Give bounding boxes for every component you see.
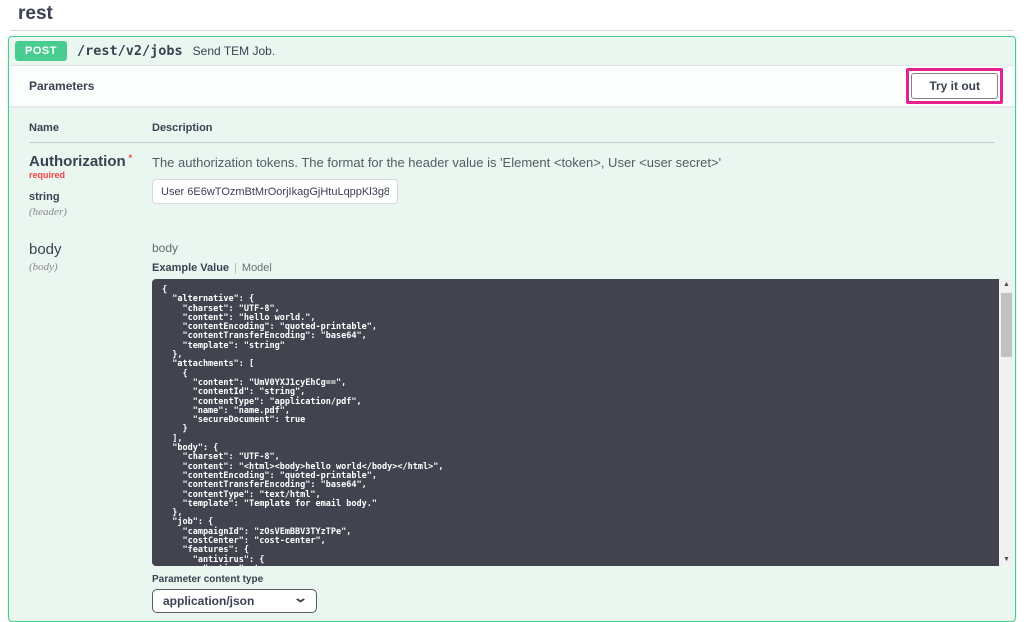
scroll-up-icon[interactable]: ▲ bbox=[999, 280, 1014, 290]
param-row-body: body (body) body Example Value|Model { "… bbox=[29, 231, 995, 613]
authorization-param-type: string bbox=[29, 191, 152, 203]
column-header-name: Name bbox=[29, 122, 152, 134]
tab-model[interactable]: Model bbox=[242, 262, 272, 274]
parameter-content-type-label: Parameter content type bbox=[152, 574, 995, 585]
endpoint-path: /rest/v2/jobs bbox=[77, 43, 183, 59]
code-scrollbar[interactable]: ▲ ▼ bbox=[999, 279, 1014, 566]
authorization-label: Authorization bbox=[29, 153, 126, 170]
authorization-param-name: Authorization* required bbox=[29, 153, 152, 187]
tab-example-value[interactable]: Example Value bbox=[152, 262, 229, 274]
body-description-cell: body Example Value|Model { "alternative"… bbox=[152, 241, 995, 613]
body-description: body bbox=[152, 241, 995, 255]
param-row-authorization: Authorization* required string (header) … bbox=[29, 143, 995, 218]
authorization-description-cell: The authorization tokens. The format for… bbox=[152, 153, 995, 218]
body-param-location: (body) bbox=[29, 261, 152, 273]
content-type-selected-value: application/json bbox=[163, 594, 254, 608]
parameters-section-header: Parameters Try it out bbox=[9, 65, 1015, 106]
authorization-name-cell: Authorization* required string (header) bbox=[29, 153, 152, 218]
content-type-select[interactable]: application/json ⌄ bbox=[152, 589, 317, 613]
body-name-cell: body (body) bbox=[29, 241, 152, 613]
column-header-description: Description bbox=[152, 122, 995, 134]
endpoint-description: Send TEM Job. bbox=[193, 44, 276, 58]
annotation-highlight-box: Try it out bbox=[906, 68, 1003, 104]
example-code-block: { "alternative": { "charset": "UTF-8", "… bbox=[152, 279, 1014, 566]
parameters-body: Name Description Authorization* required… bbox=[9, 106, 1015, 621]
authorization-input[interactable] bbox=[152, 179, 398, 204]
method-badge: POST bbox=[15, 41, 67, 61]
try-it-out-button[interactable]: Try it out bbox=[911, 73, 998, 99]
model-tabs: Example Value | Model bbox=[152, 262, 995, 274]
authorization-param-location: (header) bbox=[29, 206, 152, 218]
endpoint-summary[interactable]: POST /rest/v2/jobs Send TEM Job. bbox=[9, 37, 1015, 65]
chevron-down-icon: ⌄ bbox=[293, 593, 308, 603]
parameters-table-header: Name Description bbox=[29, 122, 995, 143]
parameters-title: Parameters bbox=[29, 79, 94, 93]
scroll-down-icon[interactable]: ▼ bbox=[999, 555, 1014, 565]
tag-divider bbox=[10, 30, 1014, 31]
opblock-post-jobs: POST /rest/v2/jobs Send TEM Job. Paramet… bbox=[8, 36, 1016, 622]
page-title: rest bbox=[0, 0, 1024, 30]
body-param-name: body bbox=[29, 241, 152, 258]
tab-separator: | bbox=[234, 262, 237, 274]
scrollbar-thumb[interactable] bbox=[1001, 293, 1012, 357]
authorization-description: The authorization tokens. The format for… bbox=[152, 153, 995, 170]
example-json-code[interactable]: { "alternative": { "charset": "UTF-8", "… bbox=[152, 279, 999, 566]
